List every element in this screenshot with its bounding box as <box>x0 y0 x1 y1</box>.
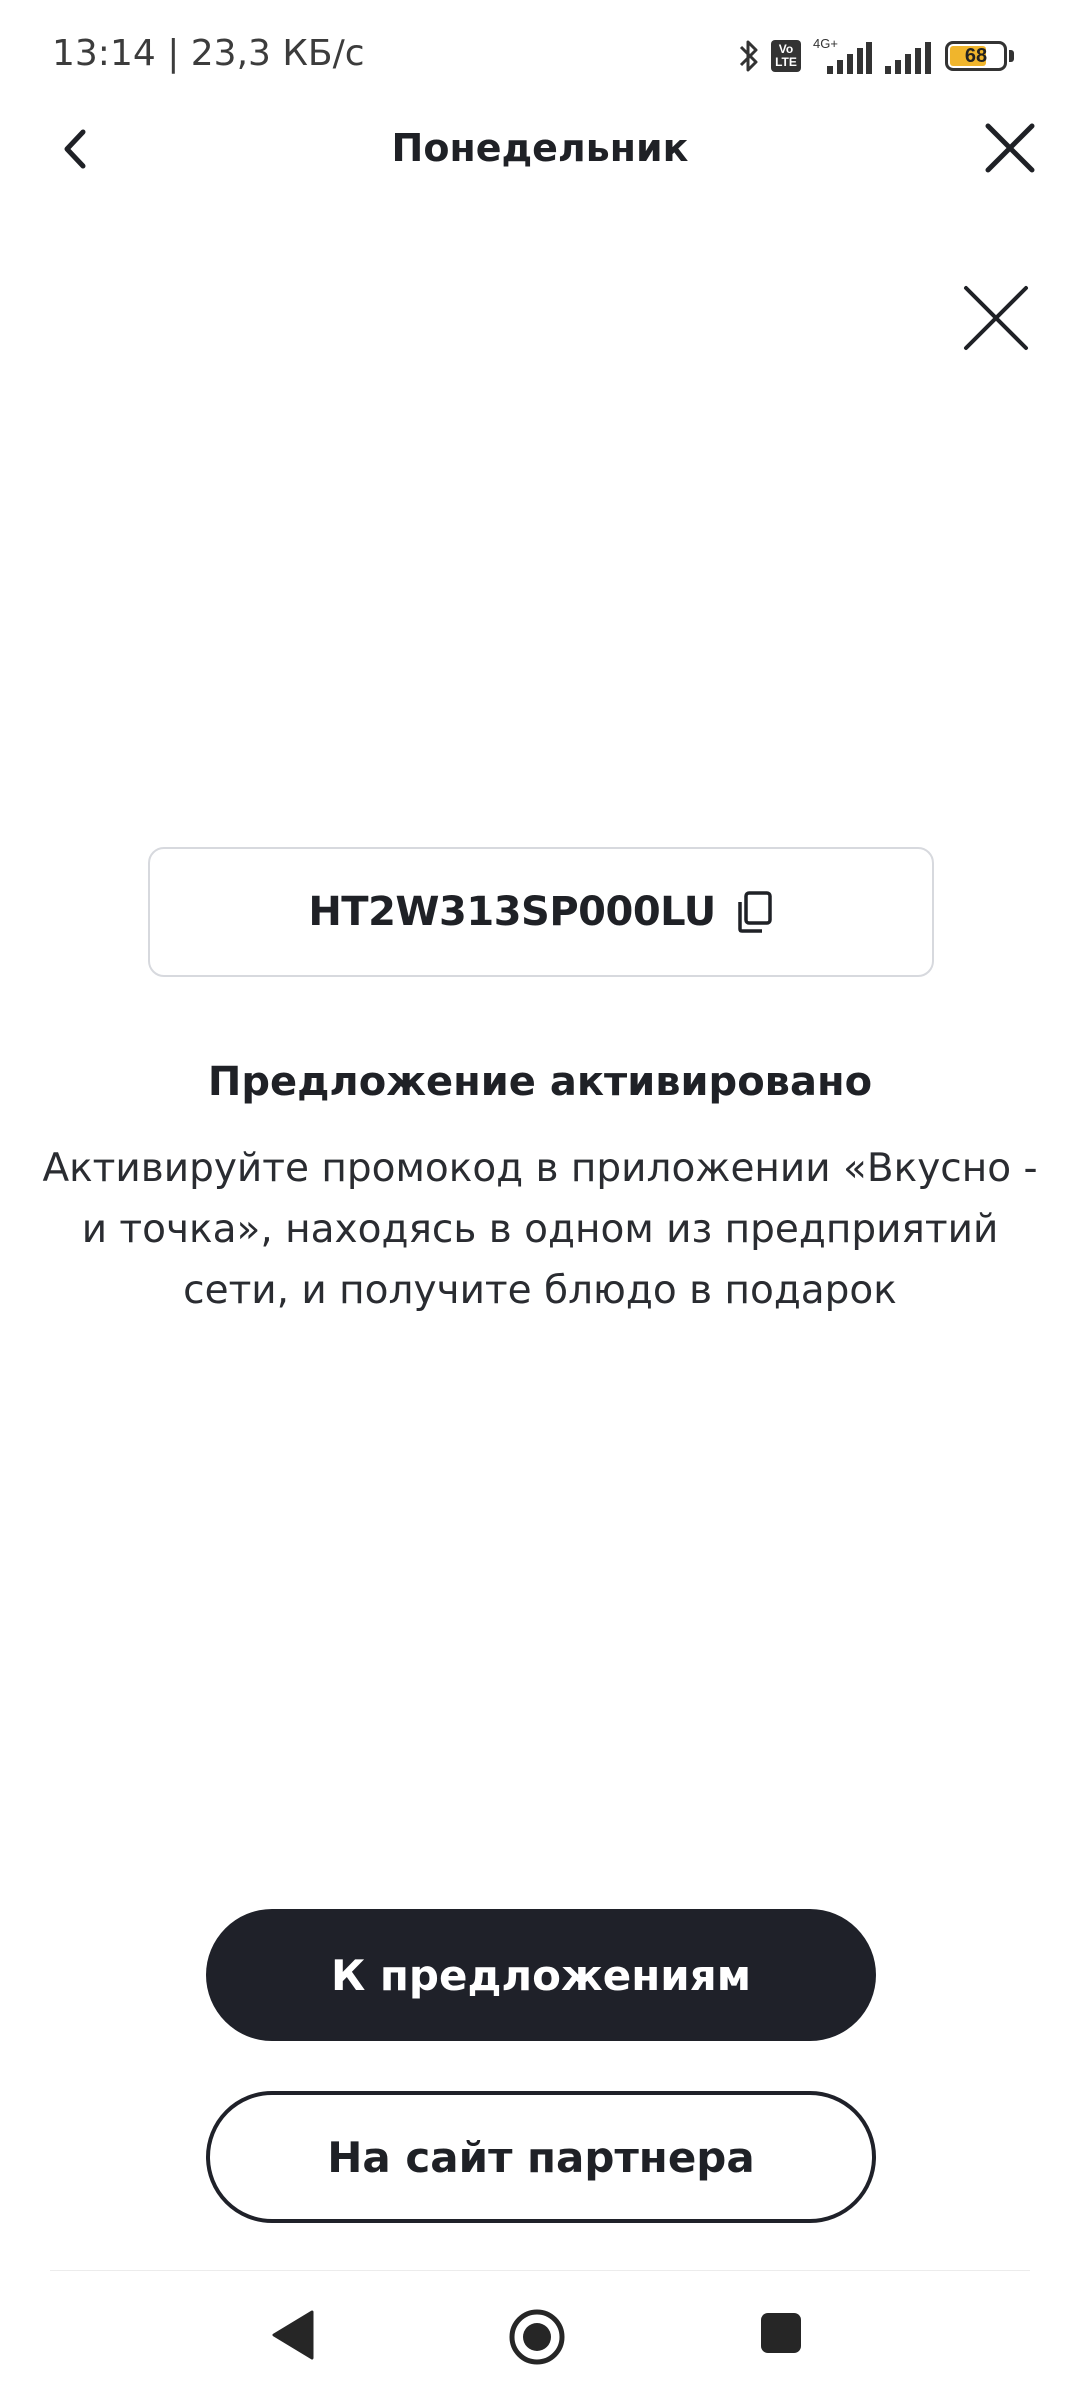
square-recents-icon <box>761 2313 801 2353</box>
signal-4g-icon: 4G+ <box>813 36 872 74</box>
close-icon <box>985 123 1035 173</box>
offer-description: Активируйте промокод в приложении «Вкусн… <box>42 1146 1038 1313</box>
nav-back-button[interactable] <box>270 2308 316 2362</box>
to-offers-button[interactable]: К предложениям <box>206 1909 876 2041</box>
signal-icon <box>885 42 931 74</box>
divider <box>50 2270 1030 2271</box>
close-icon <box>964 286 1028 350</box>
promo-code: HT2W313SP000LU <box>308 889 716 935</box>
dialog-close-button[interactable] <box>960 282 1032 354</box>
page-title: Понедельник <box>391 126 689 170</box>
status-icons: Vo LTE 4G+ 68 <box>737 34 1014 78</box>
copy-icon[interactable] <box>734 890 774 934</box>
bluetooth-icon <box>739 40 758 72</box>
network-label: 4G+ <box>813 36 838 51</box>
offer-title: Предложение активировано <box>207 1059 873 1105</box>
battery-icon: 68 <box>945 41 1007 71</box>
nav-recents-button[interactable] <box>760 2312 802 2354</box>
triangle-back-icon <box>272 2310 314 2360</box>
promo-code-box[interactable]: HT2W313SP000LU <box>148 847 934 977</box>
circle-home-icon <box>509 2309 565 2365</box>
nav-home-button[interactable] <box>508 2308 566 2366</box>
battery-level: 68 <box>964 44 988 67</box>
partner-site-button[interactable]: На сайт партнера <box>206 2091 876 2223</box>
volte-icon: Vo LTE <box>771 40 801 72</box>
status-time: 13:14 | 23,3 КБ/с <box>52 33 365 74</box>
close-button[interactable] <box>982 118 1038 178</box>
